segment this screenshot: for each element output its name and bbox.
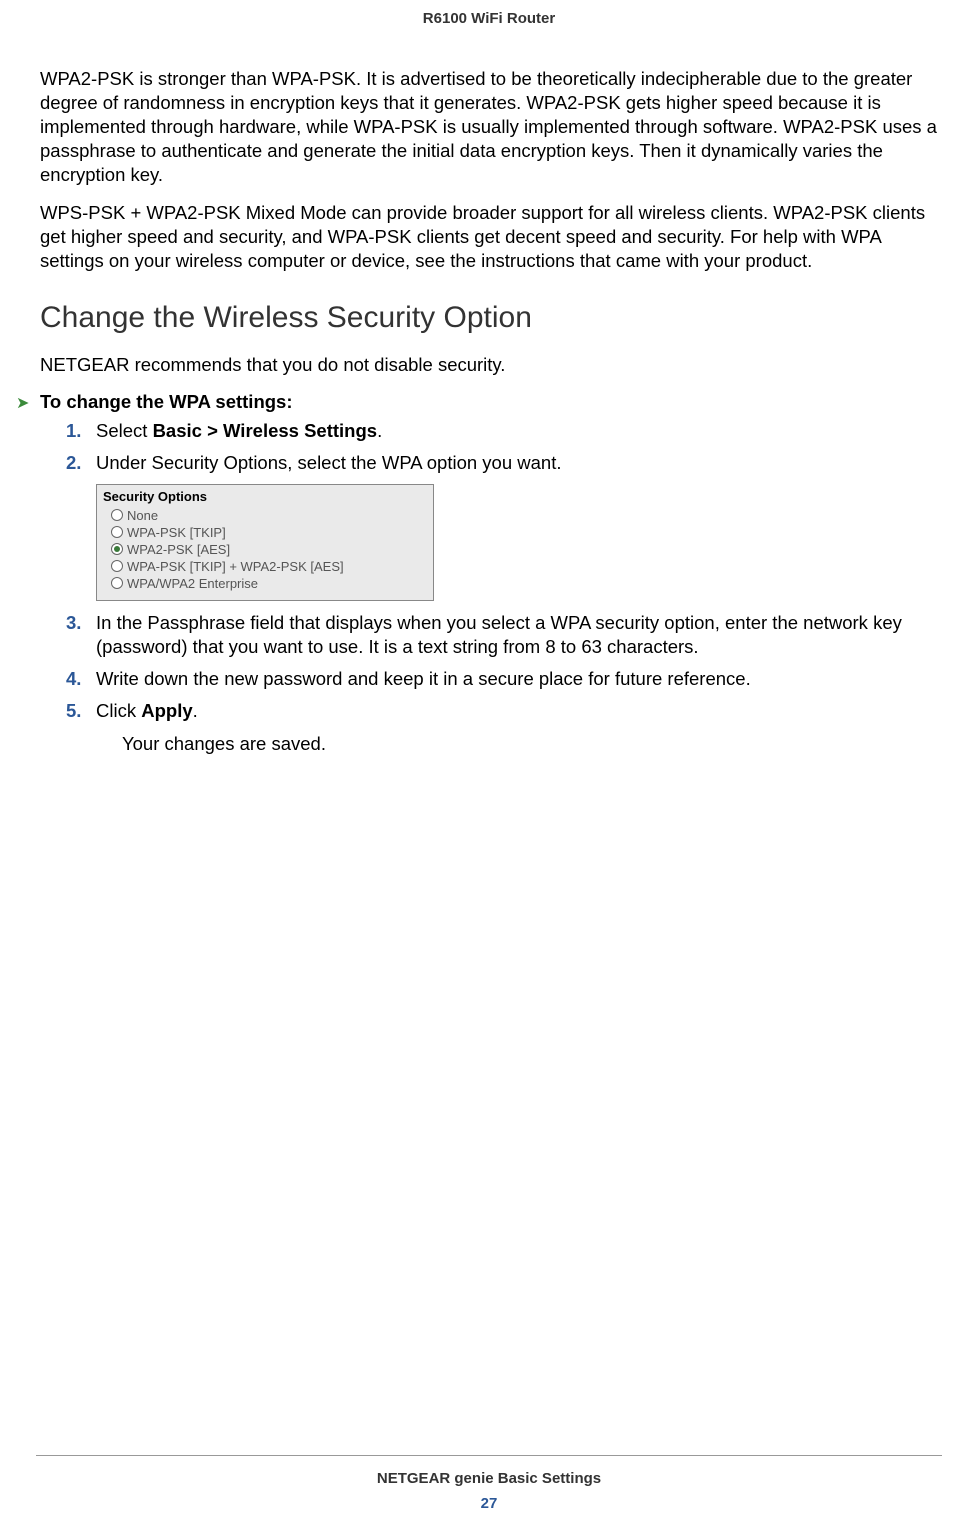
step-1: 1. Select Basic > Wireless Settings. bbox=[66, 419, 938, 443]
paragraph-mixed-mode: WPS-PSK + WPA2-PSK Mixed Mode can provid… bbox=[40, 201, 938, 273]
page-content: WPA2-PSK is stronger than WPA-PSK. It is… bbox=[0, 67, 978, 755]
step-text: Write down the new password and keep it … bbox=[96, 667, 938, 691]
radio-label: WPA2-PSK [AES] bbox=[127, 542, 230, 557]
radio-icon-selected bbox=[111, 543, 123, 555]
step-number: 3. bbox=[66, 611, 96, 659]
section-intro: NETGEAR recommends that you do not disab… bbox=[40, 353, 938, 377]
step-5-pre: Click bbox=[96, 700, 141, 721]
step-3: 3. In the Passphrase field that displays… bbox=[66, 611, 938, 659]
step-5-bold: Apply bbox=[141, 700, 192, 721]
step-text: In the Passphrase field that displays wh… bbox=[96, 611, 938, 659]
radio-option-mixed[interactable]: WPA-PSK [TKIP] + WPA2-PSK [AES] bbox=[103, 558, 427, 575]
step-text: Select Basic > Wireless Settings. bbox=[96, 419, 938, 443]
radio-label: WPA-PSK [TKIP] + WPA2-PSK [AES] bbox=[127, 559, 344, 574]
paragraph-wpa2: WPA2-PSK is stronger than WPA-PSK. It is… bbox=[40, 67, 938, 187]
radio-label: WPA-PSK [TKIP] bbox=[127, 525, 226, 540]
radio-option-wpa-psk[interactable]: WPA-PSK [TKIP] bbox=[103, 524, 427, 541]
procedure-title-row: ➤ To change the WPA settings: bbox=[40, 391, 938, 413]
page-header-title: R6100 WiFi Router bbox=[0, 0, 978, 67]
security-options-screenshot: Security Options None WPA-PSK [TKIP] WPA… bbox=[96, 484, 434, 601]
step-number: 1. bbox=[66, 419, 96, 443]
radio-option-wpa2-psk[interactable]: WPA2-PSK [AES] bbox=[103, 541, 427, 558]
radio-option-enterprise[interactable]: WPA/WPA2 Enterprise bbox=[103, 575, 427, 592]
step-1-pre: Select bbox=[96, 420, 153, 441]
radio-option-none[interactable]: None bbox=[103, 507, 427, 524]
step-1-post: . bbox=[377, 420, 382, 441]
radio-label: None bbox=[127, 508, 158, 523]
section-heading: Change the Wireless Security Option bbox=[40, 301, 938, 335]
page-footer: NETGEAR genie Basic Settings 27 bbox=[0, 1455, 978, 1512]
radio-label: WPA/WPA2 Enterprise bbox=[127, 576, 258, 591]
step-4: 4. Write down the new password and keep … bbox=[66, 667, 938, 691]
radio-icon bbox=[111, 560, 123, 572]
footer-section-title: NETGEAR genie Basic Settings bbox=[0, 1470, 978, 1487]
radio-icon bbox=[111, 577, 123, 589]
security-options-title: Security Options bbox=[103, 489, 427, 504]
step-number: 4. bbox=[66, 667, 96, 691]
radio-icon bbox=[111, 509, 123, 521]
step-5: 5. Click Apply. bbox=[66, 699, 938, 723]
procedure-title: To change the WPA settings: bbox=[40, 391, 293, 413]
step-list: 1. Select Basic > Wireless Settings. 2. … bbox=[40, 419, 938, 754]
step-text: Click Apply. bbox=[96, 699, 938, 723]
step-text: Under Security Options, select the WPA o… bbox=[96, 451, 938, 475]
step-2: 2. Under Security Options, select the WP… bbox=[66, 451, 938, 475]
step-number: 2. bbox=[66, 451, 96, 475]
arrow-icon: ➤ bbox=[16, 393, 40, 413]
radio-icon bbox=[111, 526, 123, 538]
footer-page-number: 27 bbox=[0, 1495, 978, 1512]
step-1-bold: Basic > Wireless Settings bbox=[153, 420, 378, 441]
footer-divider bbox=[36, 1455, 942, 1456]
step-number: 5. bbox=[66, 699, 96, 723]
step-5-post: . bbox=[193, 700, 198, 721]
step-5-result: Your changes are saved. bbox=[122, 733, 938, 755]
